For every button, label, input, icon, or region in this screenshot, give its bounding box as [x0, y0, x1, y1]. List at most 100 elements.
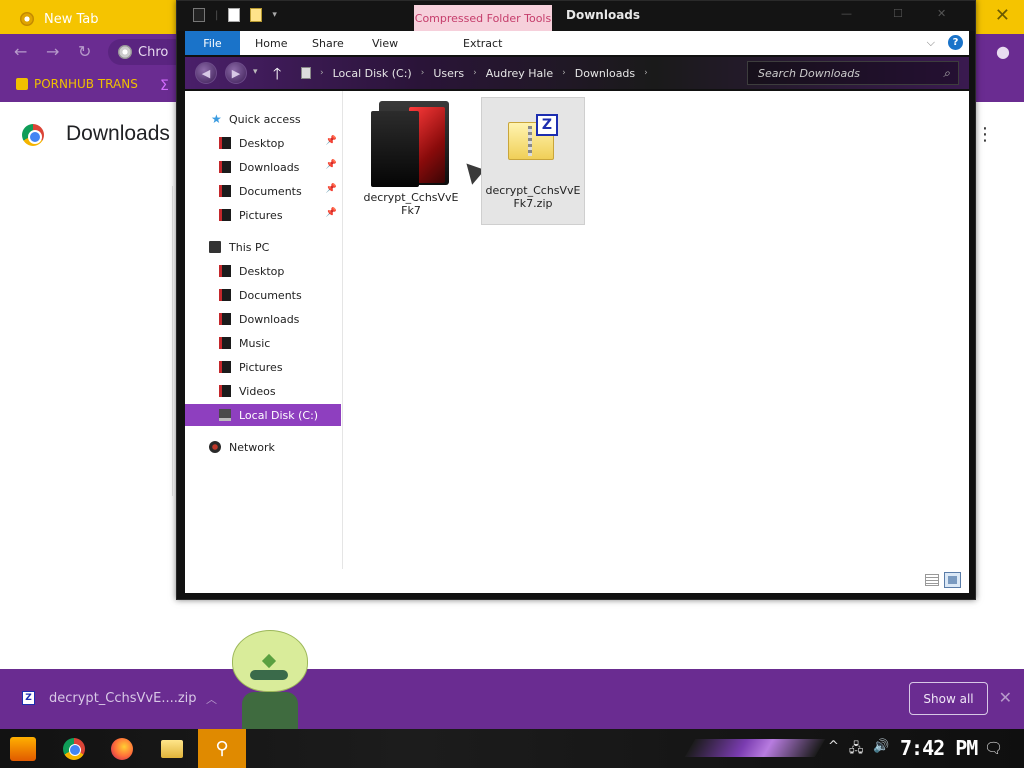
- search-icon[interactable]: ⌕: [943, 66, 950, 81]
- nav-network[interactable]: Network: [185, 436, 341, 458]
- nav-label: Pictures: [239, 360, 283, 374]
- drive-icon: [219, 409, 231, 421]
- breadcrumb-separator[interactable]: ›: [644, 68, 648, 78]
- taskbar: ⚲ ^ 🖧 🔊 7:42 PM 🗨: [0, 729, 1024, 768]
- nav-quick-documents[interactable]: Documents 📌: [185, 180, 341, 202]
- help-icon[interactable]: ?: [948, 35, 963, 50]
- bookmark-sigma-icon[interactable]: Σ: [160, 78, 169, 94]
- large-icons-view-icon[interactable]: [944, 572, 961, 588]
- file-name: decrypt_CchsVvEFk7.zip: [485, 184, 581, 210]
- chrome-logo-icon: [22, 124, 44, 146]
- breadcrumb-item[interactable]: Users: [433, 67, 464, 80]
- volume-icon[interactable]: 🔊: [873, 739, 889, 761]
- chrome-tab-title: New Tab: [44, 11, 99, 27]
- zip-file-icon: Z: [508, 114, 558, 162]
- maximize-icon[interactable]: ☐: [893, 7, 903, 20]
- computer-icon: [209, 241, 221, 253]
- chevron-up-icon[interactable]: ^: [828, 739, 839, 761]
- back-button[interactable]: ◀: [195, 62, 217, 84]
- download-item-name[interactable]: decrypt_CchsVvE....zip: [49, 691, 197, 706]
- navigation-pane: ★ Quick access Desktop 📌 Downloads 📌 Doc…: [185, 91, 343, 569]
- forward-arrow-icon[interactable]: →: [46, 42, 59, 61]
- nav-local-disk[interactable]: Local Disk (C:): [185, 404, 341, 426]
- mascot-visor: [250, 670, 288, 680]
- breadcrumb-separator[interactable]: ›: [320, 68, 324, 78]
- folder-icon-front: [371, 111, 419, 187]
- chevron-up-icon[interactable]: ︿: [206, 691, 217, 707]
- notifications-icon[interactable]: 🗨: [984, 739, 1003, 757]
- breadcrumb-separator[interactable]: ›: [473, 68, 477, 78]
- nav-pc-documents[interactable]: Documents: [185, 284, 341, 306]
- tab-file-label: File: [203, 36, 222, 50]
- breadcrumb-item[interactable]: Audrey Hale: [486, 67, 553, 80]
- window-title: Downloads: [566, 8, 641, 22]
- search-placeholder: Search Downloads: [758, 66, 860, 80]
- nav-this-pc[interactable]: This PC: [185, 236, 341, 258]
- start-button[interactable]: [10, 737, 36, 761]
- nav-quick-downloads[interactable]: Downloads 📌: [185, 156, 341, 178]
- tab-file[interactable]: File: [185, 31, 240, 55]
- downloads-icon: [219, 313, 231, 325]
- taskbar-chrome[interactable]: [56, 734, 92, 764]
- nav-pc-downloads[interactable]: Downloads: [185, 308, 341, 330]
- explorer-titlebar: | ▾ Compressed Folder Tools Downloads — …: [177, 1, 975, 31]
- nav-quick-desktop[interactable]: Desktop 📌: [185, 132, 341, 154]
- back-arrow-icon[interactable]: ←: [14, 42, 27, 61]
- breadcrumb-item[interactable]: Downloads: [575, 67, 635, 80]
- omnibox-text: Chro: [138, 44, 169, 60]
- details-view-icon[interactable]: [925, 574, 939, 586]
- more-menu-icon[interactable]: ⋮: [976, 124, 994, 145]
- breadcrumb-separator[interactable]: ›: [421, 68, 425, 78]
- breadcrumb-separator[interactable]: ›: [562, 68, 566, 78]
- properties-icon[interactable]: [228, 8, 241, 22]
- chrome-tab-new-tab[interactable]: New Tab: [8, 4, 176, 34]
- close-shelf-icon[interactable]: ✕: [999, 688, 1012, 707]
- tab-home[interactable]: Home: [255, 31, 287, 55]
- nav-label: Downloads: [239, 160, 300, 174]
- compressed-folder-tools-tab[interactable]: Compressed Folder Tools: [414, 5, 552, 31]
- close-window-icon[interactable]: ✕: [937, 7, 946, 20]
- search-input[interactable]: Search Downloads ⌕: [747, 61, 959, 85]
- nav-pc-videos[interactable]: Videos: [185, 380, 341, 402]
- folder-item[interactable]: decrypt_CchsVvEFk7: [359, 97, 463, 225]
- tab-extract-label: Extract: [463, 36, 503, 50]
- zip-zipper: [528, 126, 532, 156]
- expand-ribbon-icon[interactable]: ⌵: [927, 36, 935, 50]
- up-arrow-icon[interactable]: 🡑: [273, 63, 281, 90]
- documents-icon: [219, 289, 231, 301]
- breadcrumb-item[interactable]: Local Disk (C:): [333, 67, 412, 80]
- nav-pc-desktop[interactable]: Desktop: [185, 260, 341, 282]
- file-name: decrypt_CchsVvEFk7: [363, 191, 459, 217]
- show-all-button[interactable]: Show all: [909, 682, 988, 715]
- system-tray: ^ 🖧 🔊: [828, 739, 890, 761]
- profile-icon[interactable]: ●: [996, 42, 1010, 61]
- nav-quick-access[interactable]: ★ Quick access: [185, 108, 341, 130]
- reload-icon[interactable]: ↻: [78, 42, 91, 61]
- pin-icon: 📌: [325, 184, 337, 194]
- zip-file-item[interactable]: Z decrypt_CchsVvEFk7.zip: [481, 97, 585, 225]
- tab-extract[interactable]: Extract: [463, 31, 503, 55]
- clock[interactable]: 7:42 PM: [900, 736, 978, 760]
- taskbar-firefox[interactable]: [104, 734, 140, 764]
- nav-pc-music[interactable]: Music: [185, 332, 341, 354]
- recent-locations-icon[interactable]: ▾: [253, 67, 258, 77]
- bookmark-item[interactable]: PORNHUB TRANS: [16, 77, 138, 91]
- chrome-tab-icon: [20, 12, 34, 26]
- new-folder-icon[interactable]: [250, 8, 263, 22]
- tab-view[interactable]: View: [372, 31, 398, 55]
- desktop-mascot: [226, 630, 312, 730]
- close-icon[interactable]: ✕: [995, 5, 1010, 26]
- minimize-icon[interactable]: —: [841, 7, 852, 20]
- nav-pc-pictures[interactable]: Pictures: [185, 356, 341, 378]
- qat-dropdown-icon[interactable]: ▾: [272, 10, 277, 20]
- nav-label: Pictures: [239, 208, 283, 222]
- network-icon[interactable]: 🖧: [849, 739, 864, 761]
- tab-share[interactable]: Share: [312, 31, 344, 55]
- nav-label: Documents: [239, 288, 302, 302]
- taskbar-file-explorer[interactable]: [154, 734, 190, 764]
- forward-button[interactable]: ▶: [225, 62, 247, 84]
- nav-quick-pictures[interactable]: Pictures 📌: [185, 204, 341, 226]
- nav-label: Local Disk (C:): [239, 408, 319, 422]
- taskbar-search[interactable]: ⚲: [198, 729, 246, 768]
- zip-file-icon: Z: [22, 691, 35, 705]
